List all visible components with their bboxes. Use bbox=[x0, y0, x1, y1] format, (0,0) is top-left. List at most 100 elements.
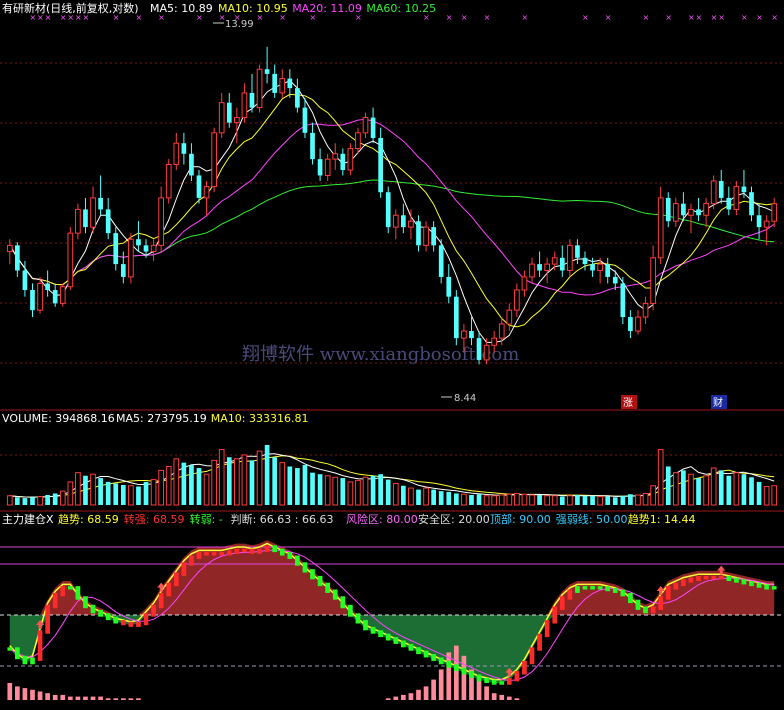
price-legend: MA5: 10.89 MA10: 10.95 MA20: 11.09 MA60: 10… bbox=[150, 2, 436, 15]
stock-chart-window: 翔博软件 www.xiangbosoft.com × × × × × × × × × × × × × × ×… bbox=[0, 0, 784, 706]
volume-bar bbox=[98, 478, 103, 505]
candle-body bbox=[392, 214, 399, 228]
trend-step-bar bbox=[348, 604, 353, 617]
trend-step-bar bbox=[590, 586, 595, 590]
svg-text:涨: 涨 bbox=[623, 397, 633, 409]
volume-bar bbox=[317, 474, 323, 505]
candle-body bbox=[438, 245, 444, 277]
volume-bar bbox=[665, 466, 671, 505]
volume-bar bbox=[672, 472, 679, 506]
candle-body bbox=[506, 309, 513, 325]
candle-body bbox=[52, 290, 58, 304]
volume-bar bbox=[324, 475, 331, 506]
legend-item-1: MA5: 10.89 bbox=[150, 2, 213, 15]
candle-body bbox=[136, 239, 141, 246]
candle-body bbox=[295, 88, 300, 108]
legend-item-3: 转弱: - bbox=[190, 512, 223, 526]
candle-body bbox=[469, 331, 474, 339]
volume-bar bbox=[726, 475, 732, 505]
volume-bar bbox=[498, 494, 505, 506]
volume-bar bbox=[628, 494, 633, 505]
volume-bar bbox=[340, 478, 346, 505]
volume-bar bbox=[453, 493, 459, 505]
volume-bar bbox=[6, 495, 13, 506]
volume-bar bbox=[241, 454, 248, 506]
trend-step-bar bbox=[665, 586, 671, 600]
candle-body bbox=[310, 132, 315, 160]
trend-step-bar bbox=[219, 552, 225, 556]
candle-body bbox=[423, 226, 429, 246]
candle-body bbox=[362, 117, 369, 134]
trend-step-bar bbox=[151, 604, 156, 617]
trend-step-bar bbox=[385, 633, 391, 641]
histogram-bar bbox=[416, 689, 421, 700]
chart-canvas[interactable]: 翔博软件 www.xiangbosoft.com × × × × × × × × × × × × × × ×… bbox=[0, 0, 784, 706]
signal-cross: × bbox=[484, 13, 491, 22]
candle-body bbox=[385, 192, 391, 228]
trend-step-bar bbox=[416, 647, 421, 655]
volume-bar bbox=[544, 495, 551, 506]
volume-bar bbox=[233, 458, 240, 506]
trend-step-bar bbox=[484, 677, 489, 683]
volume-bar bbox=[408, 487, 414, 506]
candle-body bbox=[317, 159, 323, 176]
histogram-bar bbox=[506, 696, 512, 700]
trend-step-bar bbox=[582, 586, 588, 590]
candle-body bbox=[612, 276, 618, 284]
event-marker-cai[interactable]: 财 bbox=[711, 395, 727, 409]
candle-body bbox=[324, 158, 331, 176]
trend-step-bar bbox=[249, 548, 255, 554]
candle-body bbox=[143, 245, 149, 252]
trend-step-bar bbox=[529, 647, 535, 665]
volume-bar bbox=[771, 485, 778, 506]
trend-step-bar bbox=[37, 630, 43, 661]
trend-step-bar bbox=[567, 589, 573, 600]
candle-body bbox=[355, 132, 361, 149]
candle-body bbox=[98, 197, 103, 210]
candle bbox=[128, 233, 134, 284]
volume-bar bbox=[696, 478, 701, 505]
legend-item-7: 顶部: 90.00 bbox=[490, 512, 551, 526]
trend-step-bar bbox=[506, 677, 512, 685]
candle-body bbox=[256, 68, 263, 109]
candle-body bbox=[189, 153, 194, 176]
trend-step-bar bbox=[703, 575, 709, 580]
legend-item-6: 安全区: 20.00 bbox=[418, 512, 490, 526]
volume-bar bbox=[310, 472, 315, 505]
volume-bar bbox=[483, 495, 490, 506]
event-marker-zhang[interactable]: 涨 bbox=[621, 395, 637, 409]
candle bbox=[385, 186, 391, 234]
candle-body bbox=[173, 142, 180, 166]
candle-body bbox=[105, 209, 111, 234]
candle-body bbox=[416, 221, 421, 246]
candle-body bbox=[431, 227, 436, 246]
trend-step-bar bbox=[438, 657, 444, 665]
volume-bar bbox=[605, 496, 611, 505]
histogram-bar bbox=[120, 698, 126, 700]
trend-step-bar bbox=[726, 575, 732, 581]
candle-body bbox=[681, 203, 686, 216]
candle bbox=[113, 227, 119, 271]
volume-bar bbox=[401, 485, 406, 505]
signal-cross: × bbox=[756, 13, 763, 22]
volume-bar bbox=[279, 462, 286, 506]
candle-body bbox=[453, 296, 459, 339]
candle-body bbox=[15, 245, 20, 271]
candle-body bbox=[83, 209, 88, 228]
legend-item-1: MA5: 273795.19 bbox=[116, 412, 207, 425]
volume-bar bbox=[416, 489, 421, 505]
trend-step-bar bbox=[544, 620, 550, 638]
candle-body bbox=[763, 220, 770, 228]
legend-item-5: 风险区: 80.00 bbox=[346, 512, 418, 526]
trend-step-bar bbox=[22, 655, 28, 665]
trend-step-bar bbox=[226, 550, 232, 556]
histogram-bar bbox=[90, 696, 96, 700]
candle-body bbox=[59, 286, 66, 304]
trend-step-bar bbox=[136, 621, 141, 627]
candle-body bbox=[771, 203, 778, 222]
trend-step-bar bbox=[469, 671, 474, 678]
candle bbox=[438, 239, 444, 284]
signal-cross: × bbox=[643, 13, 650, 22]
volume-bar bbox=[733, 472, 740, 506]
volume-bar bbox=[22, 498, 28, 505]
